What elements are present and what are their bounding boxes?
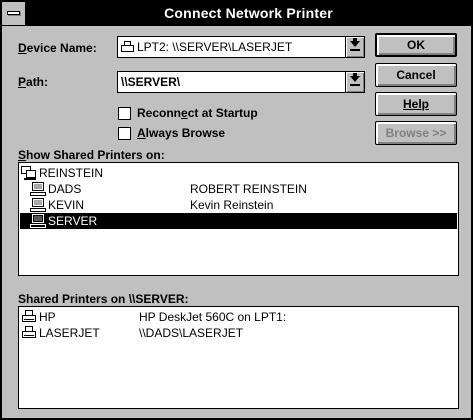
system-menu-icon <box>7 11 20 15</box>
printer-icon <box>21 326 37 340</box>
shared-printers-on-list[interactable]: REINSTEIN DADS ROBERT REINSTEIN KEVIN Ke… <box>18 162 459 276</box>
list-item[interactable]: DADS ROBERT REINSTEIN <box>20 181 457 197</box>
checkbox-box[interactable] <box>118 126 131 140</box>
list-item[interactable]: KEVIN Kevin Reinstein <box>20 197 457 213</box>
checkbox-box[interactable] <box>118 106 131 120</box>
cancel-button[interactable]: Cancel <box>375 63 457 87</box>
show-shared-printers-label: Show Shared Printers on: <box>18 148 165 162</box>
list-item-selected[interactable]: SERVER <box>20 213 457 229</box>
ok-button[interactable]: OK <box>375 33 457 57</box>
connect-network-printer-dialog: Connect Network Printer Device Name: LPT… <box>0 0 473 420</box>
computer-icon <box>30 182 46 196</box>
device-name-dropdown-button[interactable] <box>345 37 364 57</box>
network-icon <box>21 166 37 180</box>
chevron-down-icon <box>350 41 360 47</box>
device-name-value: LPT2: \\SERVER\LASERJET <box>137 40 293 54</box>
reconnect-at-startup-checkbox[interactable]: Reconnect at Startup <box>118 106 258 120</box>
browse-button[interactable]: Browse >> <box>375 121 457 145</box>
device-name-label: Device Name: <box>18 41 97 55</box>
help-button[interactable]: Help <box>375 92 457 116</box>
device-name-combo[interactable]: LPT2: \\SERVER\LASERJET <box>117 36 365 58</box>
list-item[interactable]: LASERJET \\DADS\LASERJET <box>20 325 457 341</box>
shared-printers-list[interactable]: HP HP DeskJet 560C on LPT1: LASERJET \\D… <box>18 306 459 409</box>
computer-icon <box>30 214 46 228</box>
path-combo[interactable]: \\SERVER\ <box>117 71 365 93</box>
dialog-title: Connect Network Printer <box>164 5 333 21</box>
list-item[interactable]: HP HP DeskJet 560C on LPT1: <box>20 309 457 325</box>
path-value: \\SERVER\ <box>121 75 181 89</box>
shared-printers-label: Shared Printers on \\SERVER: <box>18 292 189 306</box>
path-label: Path: <box>18 75 49 89</box>
system-menu-button[interactable] <box>2 2 26 25</box>
always-browse-checkbox[interactable]: Always Browse <box>118 126 225 140</box>
chevron-down-icon <box>350 76 360 82</box>
title-bar: Connect Network Printer <box>2 2 471 26</box>
printer-icon <box>121 40 135 54</box>
computer-icon <box>30 198 46 212</box>
path-dropdown-button[interactable] <box>345 72 364 92</box>
printer-icon <box>21 310 37 324</box>
list-item[interactable]: REINSTEIN <box>20 165 457 181</box>
